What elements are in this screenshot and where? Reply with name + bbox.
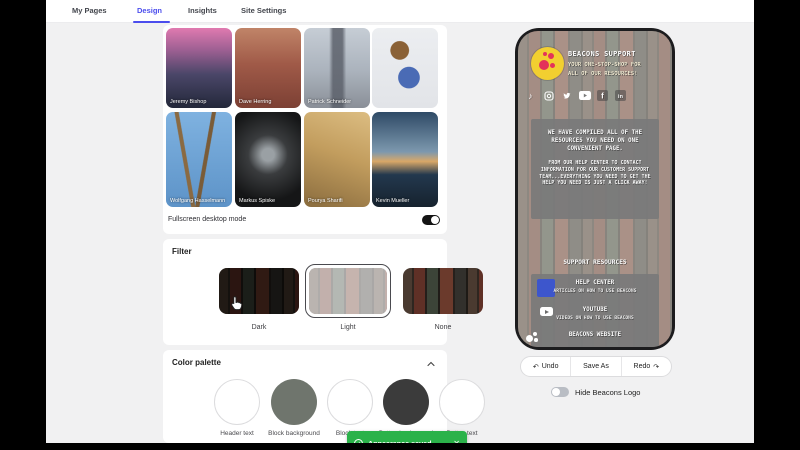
filter-label-none: None: [434, 324, 452, 331]
swatch-label: Block background: [268, 430, 320, 437]
swatch-block-background[interactable]: [271, 379, 317, 425]
active-tab-underline: [133, 21, 170, 23]
redo-label: Redo: [633, 363, 651, 370]
background-photo-option[interactable]: [372, 28, 438, 108]
link-youtube-subtitle: VIDEOS ON HOW TO USE BEACONS: [556, 316, 634, 321]
hide-beacons-logo-toggle[interactable]: [551, 387, 569, 397]
color-palette-title: Color palette: [172, 358, 221, 367]
linkedin-icon[interactable]: in: [614, 89, 627, 102]
svg-text:in: in: [618, 94, 624, 100]
photo-credit: Wolfgang Hasselmann: [170, 197, 226, 204]
intro-heading: WE HAVE COMPILED ALL OF THE RESOURCES YO…: [547, 130, 643, 152]
fullscreen-toggle[interactable]: [422, 215, 440, 225]
tab-design[interactable]: Design: [137, 6, 162, 15]
svg-text:f: f: [601, 92, 604, 101]
redo-icon: ↷: [653, 363, 660, 371]
swatch-label: Header text: [220, 430, 254, 437]
swatch-block-text[interactable]: [327, 379, 373, 425]
link-help-center[interactable]: HELP CENTER: [531, 280, 659, 286]
chevron-up-icon[interactable]: [427, 360, 435, 368]
toggle-knob: [552, 388, 560, 396]
link-beacons-website[interactable]: BEACONS WEBSITE: [531, 332, 659, 338]
photo-credit: Markus Spiske: [239, 197, 276, 204]
undo-label: Undo: [541, 363, 559, 370]
background-photo-option[interactable]: Dave Herring: [235, 28, 301, 108]
tab-my-pages[interactable]: My Pages: [72, 6, 107, 15]
photo-credit: Jeremy Bishop: [170, 98, 207, 105]
background-photo-option[interactable]: Patrick Schneider: [304, 28, 370, 108]
top-navbar: My Pages Design Insights Site Settings: [46, 0, 754, 23]
hide-logo-row: Hide Beacons Logo: [551, 387, 640, 397]
photo-credit: Pourya Sharifi: [308, 197, 343, 204]
facebook-icon[interactable]: f: [596, 89, 609, 102]
fullscreen-toggle-label: Fullscreen desktop mode: [168, 216, 247, 223]
toggle-knob: [431, 216, 439, 224]
save-as-button[interactable]: Save As: [570, 357, 620, 376]
light-overlay: [309, 268, 387, 314]
filter-card: Filter Dark Light None: [163, 239, 483, 345]
link-youtube[interactable]: YOUTUBE: [531, 307, 659, 313]
color-palette-card: Color palette Header text Block backgrou…: [163, 350, 485, 443]
phone-preview-frame: BEACONS SUPPORT YOUR ONE-STOP-SHOP FOR A…: [515, 28, 675, 350]
swatch-button-text[interactable]: [439, 379, 485, 425]
profile-name: BEACONS SUPPORT: [568, 50, 636, 58]
intro-body: FROM OUR HELP CENTER TO CONTACT INFORMAT…: [539, 160, 651, 187]
filter-option-light[interactable]: [305, 264, 391, 318]
tab-site-settings[interactable]: Site Settings: [241, 6, 286, 15]
link-help-center-subtitle: ARTICLES ON HOW TO USE BEACONS: [553, 289, 637, 294]
filter-title: Filter: [172, 247, 192, 256]
filter-label-light: Light: [340, 324, 356, 331]
redo-button[interactable]: Redo ↷: [620, 357, 671, 376]
letterbox-bottom: [0, 443, 800, 450]
undo-icon: ↶: [532, 363, 539, 371]
app-window: My Pages Design Insights Site Settings J…: [0, 0, 800, 450]
filter-option-dark[interactable]: [219, 268, 299, 314]
undo-button[interactable]: ↶ Undo: [521, 357, 570, 376]
instagram-icon[interactable]: [542, 89, 555, 102]
background-photo-option[interactable]: Wolfgang Hasselmann: [166, 112, 232, 207]
profile-tagline-line1: YOUR ONE-STOP-SHOP FOR: [568, 62, 641, 68]
profile-avatar: [531, 47, 564, 80]
background-photos-card: Jeremy Bishop Dave Herring Patrick Schne…: [163, 25, 447, 234]
background-photo-option[interactable]: Pourya Sharifi: [304, 112, 370, 207]
background-photo-option[interactable]: Markus Spiske: [235, 112, 301, 207]
beacons-logo-watermark: [525, 330, 540, 345]
filter-label-dark: Dark: [251, 324, 267, 331]
letterbox-left: [0, 0, 46, 450]
photo-credit: Kevin Mueller: [376, 197, 410, 204]
profile-tagline-line2: ALL OF OUR RESOURCES!: [568, 71, 638, 77]
letterbox-right: [754, 0, 800, 450]
background-photo-option[interactable]: Kevin Mueller: [372, 112, 438, 207]
swatch-button-background[interactable]: [383, 379, 429, 425]
phone-preview-screen: BEACONS SUPPORT YOUR ONE-STOP-SHOP FOR A…: [518, 31, 672, 347]
fullscreen-toggle-row: Fullscreen desktop mode: [168, 212, 442, 232]
photo-credit: Dave Herring: [239, 98, 272, 105]
twitter-icon[interactable]: [560, 89, 573, 102]
tiktok-icon[interactable]: ♪: [524, 89, 537, 102]
section-title: SUPPORT RESOURCES: [563, 259, 627, 266]
tab-insights[interactable]: Insights: [188, 6, 217, 15]
background-photo-option[interactable]: Jeremy Bishop: [166, 28, 232, 108]
dark-overlay: [219, 268, 299, 314]
links-block: HELP CENTER ARTICLES ON HOW TO USE BEACO…: [531, 274, 659, 347]
save-as-label: Save As: [583, 363, 609, 370]
photo-credit: Patrick Schneider: [308, 98, 352, 105]
intro-text-block: WE HAVE COMPILED ALL OF THE RESOURCES YO…: [531, 119, 659, 219]
filter-option-none[interactable]: [403, 268, 483, 314]
swatch-header-text[interactable]: [214, 379, 260, 425]
history-control-bar: ↶ Undo Save As Redo ↷: [520, 356, 672, 377]
youtube-icon[interactable]: [578, 89, 591, 102]
hide-logo-label: Hide Beacons Logo: [575, 387, 641, 397]
social-icons-row: ♪ f in: [524, 89, 627, 102]
